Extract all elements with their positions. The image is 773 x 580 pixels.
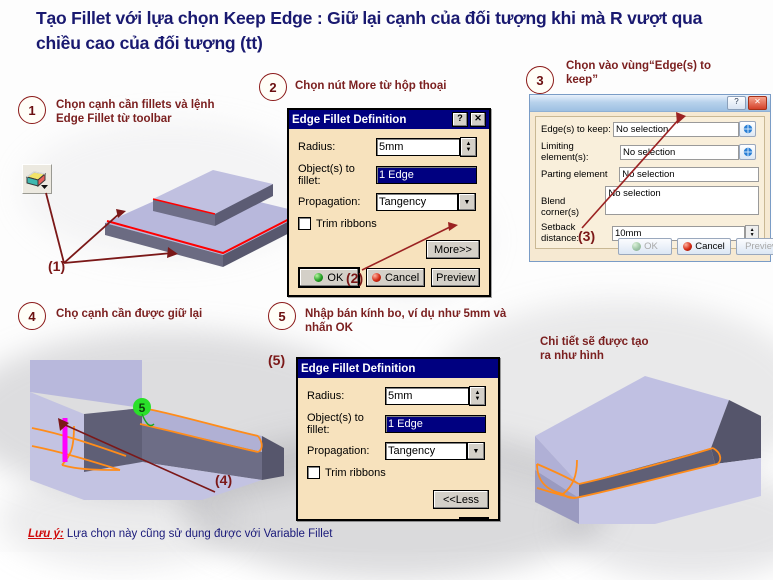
close-icon[interactable]: ✕ [470,112,486,127]
footer-note-text: Lựa chọn này cũng sử dụng được với Varia… [63,528,333,540]
objects-to-fillet-input[interactable]: 1 Edge [385,415,486,433]
radius-stepper[interactable]: ▲ ▼ [469,386,486,406]
model-view-result [535,376,761,524]
ref-label-2: (2) [346,270,364,286]
objects-to-fillet-input[interactable]: 1 Edge [376,166,477,184]
ok-label: OK [327,271,344,284]
green-sphere-icon [632,242,642,251]
callout-4-text: Chọ cạnh cần được giữ lại [56,308,203,320]
cancel-button[interactable]: Cancel [677,238,731,255]
leader-line-2 [361,222,458,271]
propagation-label: Propagation: [298,196,361,208]
dialog1-radius-row: Radius: 5mm ▲ ▼ [298,137,480,157]
radius-label: Radius: [307,390,345,402]
chevron-down-icon[interactable]: ▼ [467,442,485,460]
help-icon[interactable]: ? [452,112,468,127]
dialog2-title: Edge Fillet Definition [301,362,416,375]
callout-1-text: Chọn cạnh cần fillets và lệnh Edge Fille… [56,99,215,125]
preview-button: Preview [736,238,773,255]
dialog1-propagation-row: Propagation: Tangency ▼ [298,193,480,211]
radius-stepper[interactable]: ▲ ▼ [460,137,477,157]
less-button[interactable]: <<Less [433,490,489,509]
ok-button[interactable] [459,517,489,519]
green-sphere-icon [314,273,324,282]
page-title: Tạo Fillet với lựa chọn Keep Edge : Giữ … [36,8,703,53]
edges-to-keep-picker-icon[interactable] [739,121,756,137]
fillet-radius-tag-5: 5 [139,401,146,415]
callout-2-badge: 2 [259,73,287,101]
dialog1-objects-row: Object(s) to fillet: 1 Edge [298,163,480,187]
propagation-select[interactable]: Tangency [385,442,467,460]
limiting-elements-picker-icon[interactable] [739,144,756,160]
ref-label-4: (4) [215,472,233,488]
callout-2-text: Chọn nút More từ hộp thoại [295,80,447,92]
leader-line-3 [581,112,686,229]
dialog2-title-bar: Edge Fillet Definition [298,359,498,378]
ref-label-3: (3) [578,228,596,244]
radius-input[interactable]: 5mm [385,387,469,405]
ok-label: OK [644,241,658,252]
dialog2-body: Radius: 5mm ▲ ▼ Object(s) to fillet: 1 Ed… [298,378,498,519]
dialog2-radius-row: Radius: 5mm ▲ ▼ [307,386,489,406]
edge-fillet-dialog-2[interactable]: Edge Fillet Definition Radius: 5mm ▲ ▼ Ob… [296,357,500,521]
cancel-label: Cancel [695,241,725,252]
dialog2-propagation-row: Propagation: Tangency ▼ [307,442,489,460]
chevron-down-icon[interactable]: ▼ [458,193,476,211]
close-icon[interactable]: ✕ [748,96,767,110]
callout-5-text: Nhập bán kính bo, ví dụ như 5mm và nhấn … [305,308,507,334]
callout-3-badge: 3 [526,66,554,94]
trim-ribbons-checkbox[interactable] [298,217,311,230]
panel3-title-bar: ? ✕ [530,95,770,112]
footer-note-prefix: Lưu ý: [28,528,64,540]
result-caption: Chi tiết sẽ được tạo ra như hình [540,336,649,362]
dialog1-title-bar: Edge Fillet Definition ? ✕ [289,110,489,129]
ref-label-1: (1) [48,258,66,274]
radius-input[interactable]: 5mm [376,138,460,156]
trim-ribbons-label: Trim ribbons [325,466,386,479]
propagation-select[interactable]: Tangency [376,193,458,211]
leader-line-4 [58,418,216,493]
dialog2-trim-row[interactable]: Trim ribbons [307,466,489,479]
red-sphere-icon [683,242,693,251]
objects-to-fillet-label: Object(s) to fillet: [298,163,355,187]
help-icon[interactable]: ? [727,96,746,110]
callout-5-badge: 5 [268,302,296,330]
callout-4-badge: 4 [18,302,46,330]
objects-to-fillet-label: Object(s) to fillet: [307,412,364,436]
callout-1-badge: 1 [18,96,46,124]
red-sphere-icon [371,273,381,282]
ref-label-5: (5) [268,352,286,368]
dialog2-objects-row: Object(s) to fillet: 1 Edge [307,412,489,436]
callout-3-text: Chọn vào vùng“Edge(s) to keep” [566,60,712,86]
trim-ribbons-checkbox[interactable] [307,466,320,479]
propagation-label: Propagation: [307,445,370,457]
dialog1-title: Edge Fillet Definition [292,113,407,126]
footer-note: Lưu ý: Lựa chọn này cũng sử dụng được vớ… [28,528,332,540]
radius-label: Radius: [298,141,336,153]
ok-button: OK [618,238,672,255]
